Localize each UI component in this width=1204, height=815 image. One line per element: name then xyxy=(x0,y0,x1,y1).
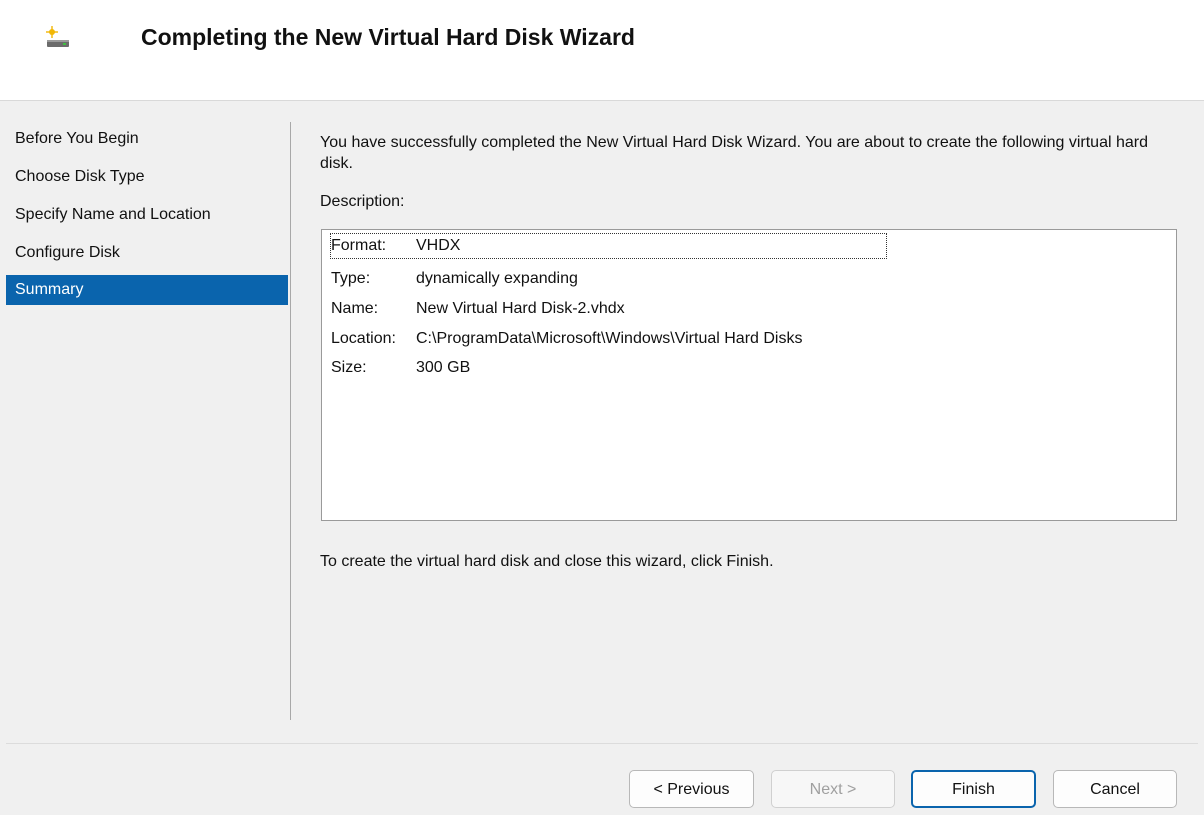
summary-row-location[interactable]: Location: C:\ProgramData\Microsoft\Window… xyxy=(331,326,802,352)
summary-key: Name: xyxy=(331,300,379,317)
summary-key: Location: xyxy=(331,330,396,347)
summary-row-format[interactable]: Format: VHDX xyxy=(330,233,887,259)
wizard-header: Completing the New Virtual Hard Disk Wiz… xyxy=(0,0,1204,101)
summary-key: Format: xyxy=(331,237,387,254)
nav-step-specify-name-location[interactable]: Specify Name and Location xyxy=(6,196,288,234)
summary-value: VHDX xyxy=(416,237,461,254)
description-label: Description: xyxy=(320,193,405,210)
summary-value: C:\ProgramData\Microsoft\Windows\Virtual… xyxy=(416,330,803,347)
intro-text: You have successfully completed the New … xyxy=(320,134,1148,172)
page-title: Completing the New Virtual Hard Disk Wiz… xyxy=(141,24,635,50)
summary-list[interactable]: Format: VHDX Type: dynamically expanding N… xyxy=(321,229,1177,521)
summary-value: 300 GB xyxy=(416,359,471,376)
summary-row-type[interactable]: Type: dynamically expanding xyxy=(331,266,578,292)
summary-key: Type: xyxy=(331,270,371,287)
cancel-button[interactable]: Cancel xyxy=(1053,770,1177,808)
next-button[interactable]: Next > xyxy=(771,770,895,808)
finish-button[interactable]: Finish xyxy=(911,770,1036,808)
new-disk-icon xyxy=(46,26,69,47)
nav-step-choose-disk-type[interactable]: Choose Disk Type xyxy=(6,158,288,196)
summary-value: New Virtual Hard Disk-2.vhdx xyxy=(416,300,625,317)
nav-step-configure-disk[interactable]: Configure Disk xyxy=(6,234,288,272)
nav-divider xyxy=(290,122,291,720)
summary-key: Size: xyxy=(331,359,367,376)
finish-instruction: To create the virtual hard disk and clos… xyxy=(320,553,774,570)
nav-step-before-you-begin[interactable]: Before You Begin xyxy=(6,120,288,158)
wizard-steps-nav: Before You Begin Choose Disk Type Specif… xyxy=(6,120,288,305)
summary-row-name[interactable]: Name: New Virtual Hard Disk-2.vhdx xyxy=(331,296,625,322)
footer-divider xyxy=(6,743,1198,744)
nav-step-summary[interactable]: Summary xyxy=(6,275,288,305)
previous-button[interactable]: < Previous xyxy=(629,770,754,808)
summary-row-size[interactable]: Size: 300 GB xyxy=(331,355,470,381)
summary-value: dynamically expanding xyxy=(416,270,578,287)
